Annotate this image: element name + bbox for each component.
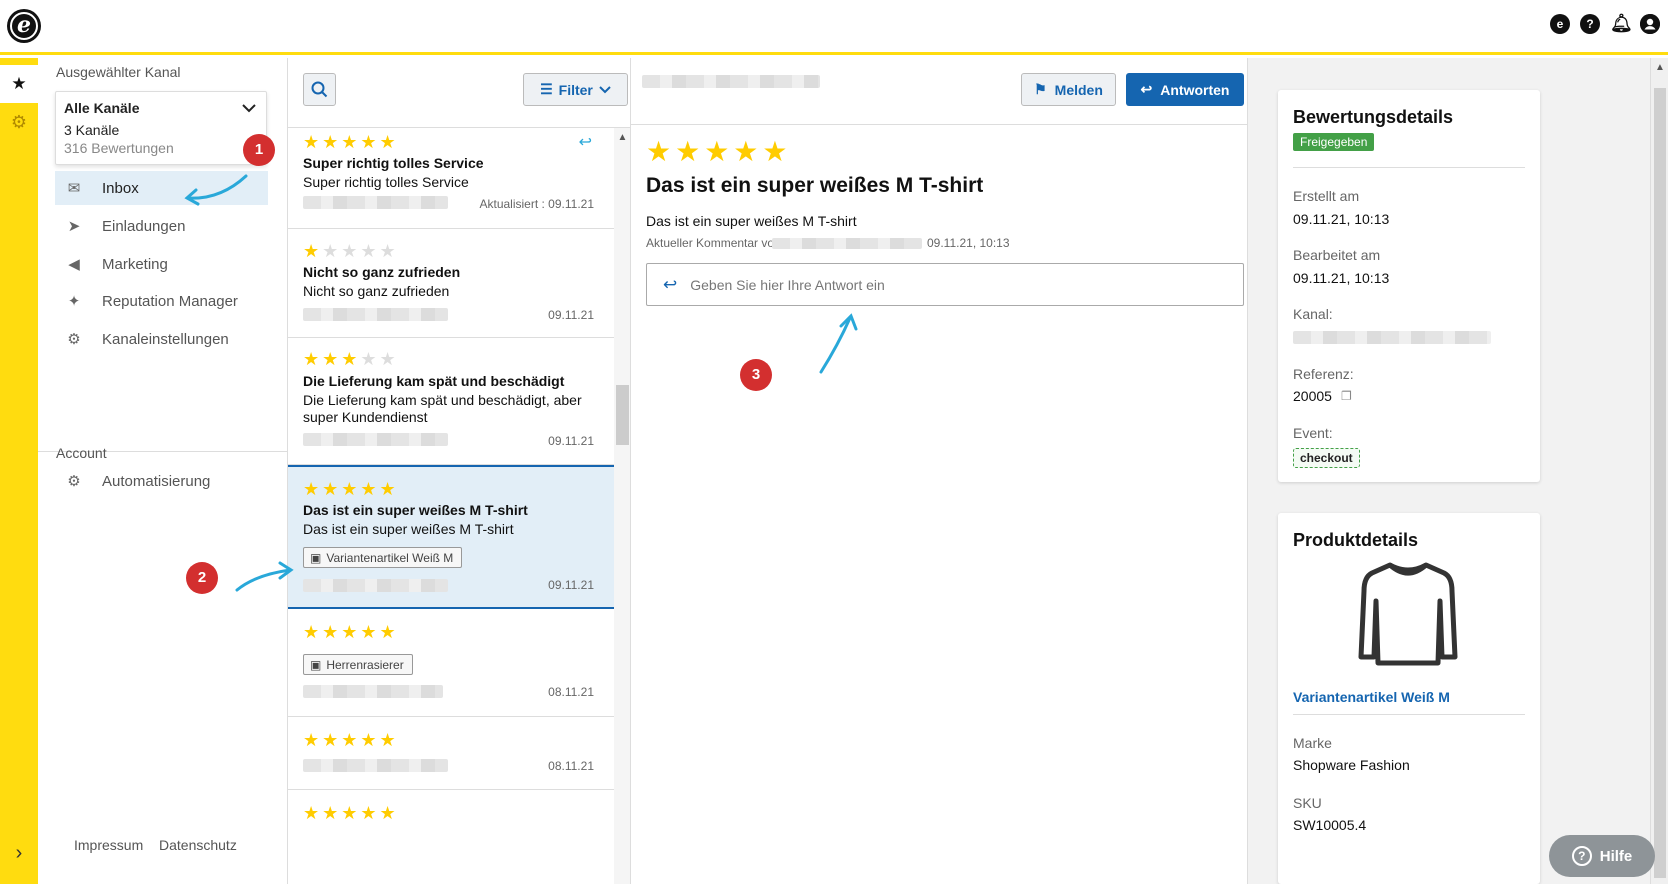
annotation-arrow-2 [235,568,292,592]
annotation-arrow-3 [819,316,852,374]
annotation-arrows [184,174,858,592]
annotation-arrow-1 [186,174,248,200]
